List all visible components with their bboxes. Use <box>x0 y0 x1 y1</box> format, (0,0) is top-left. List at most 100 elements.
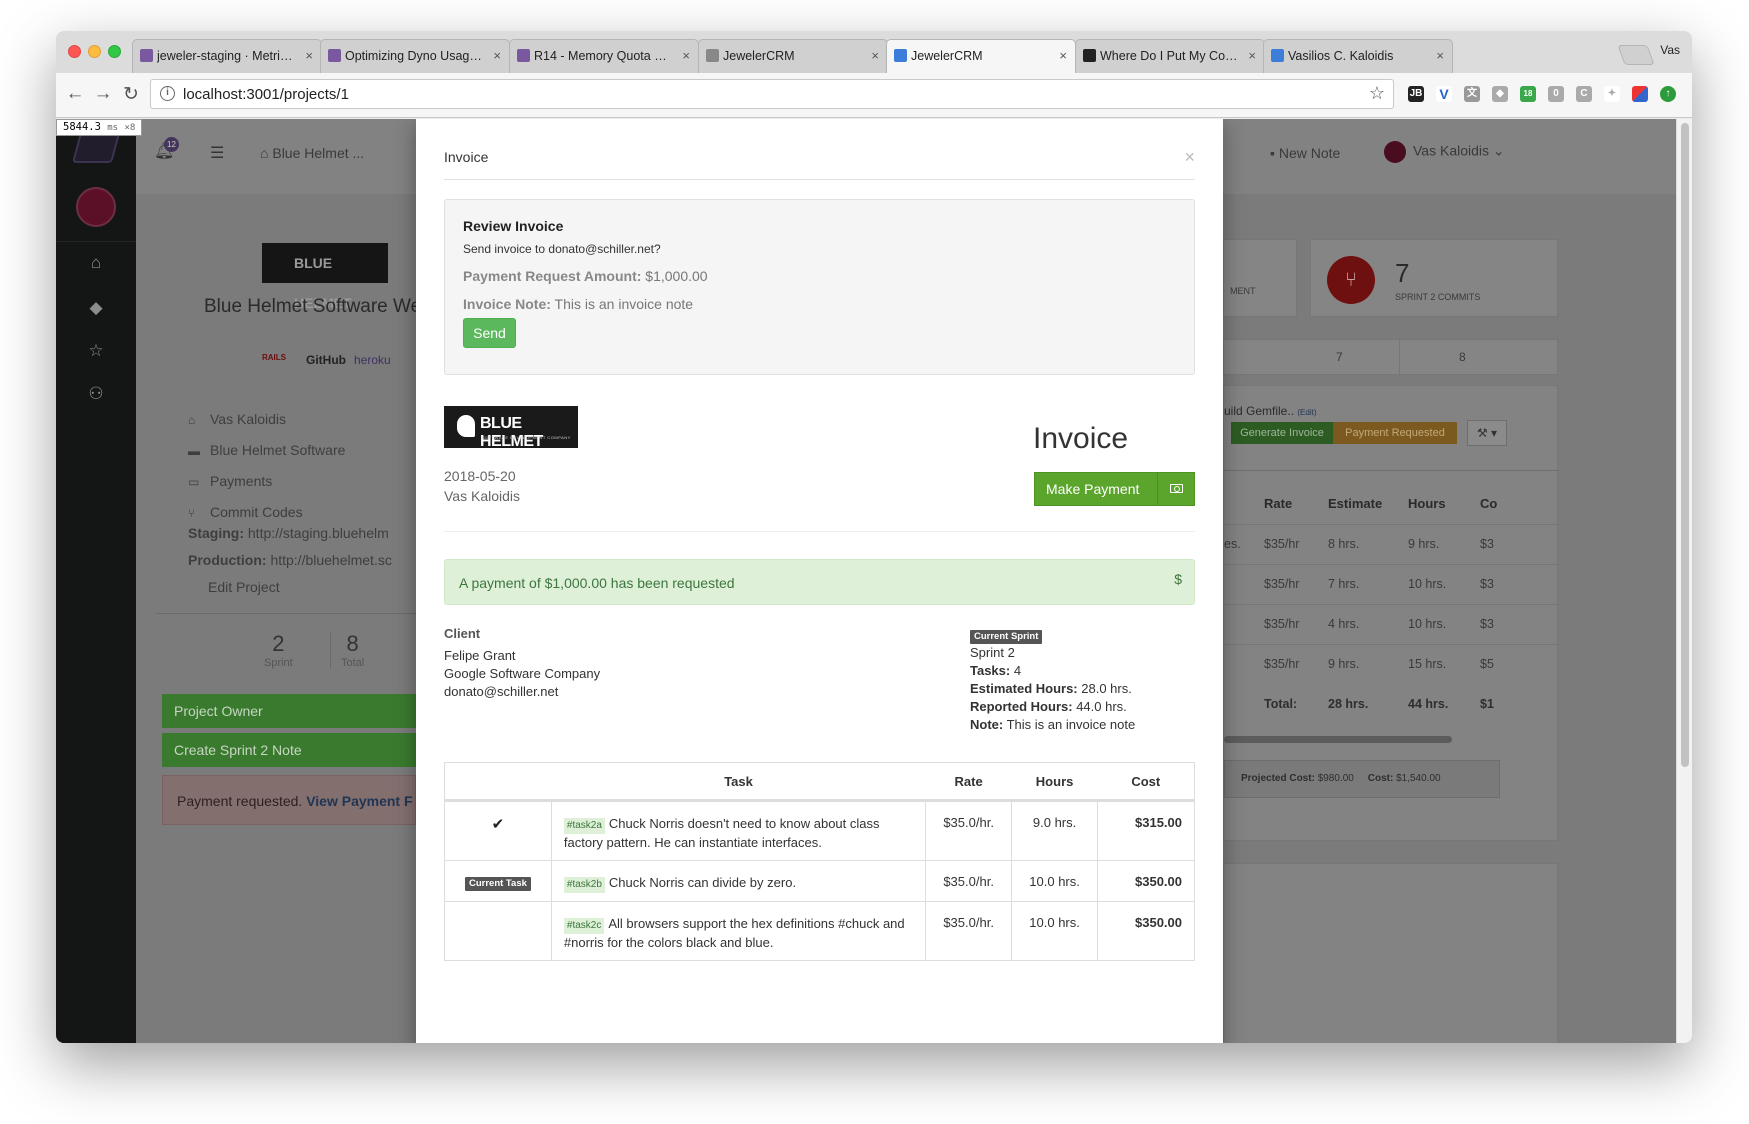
send-button[interactable]: Send <box>463 318 516 348</box>
perf-unit: ms <box>107 123 119 133</box>
close-tab-icon[interactable]: × <box>871 40 879 72</box>
client-name: Felipe Grant <box>444 648 516 663</box>
amount-row: Payment Request Amount: $1,000.00 <box>463 268 1194 284</box>
tab-title: R14 - Memory Quota Exceed <box>534 49 696 63</box>
view-payment-link[interactable]: View Payment F <box>306 793 412 809</box>
total-cell: $1 <box>1480 697 1494 711</box>
forward-button[interactable]: → <box>92 83 114 105</box>
project-link-3[interactable]: ⑂ Commit Codes <box>188 497 345 528</box>
close-window-button[interactable] <box>68 45 81 58</box>
tasks-label: Tasks: <box>970 663 1011 678</box>
browser-tab-5[interactable]: Where Do I Put My Code In × <box>1075 39 1265 73</box>
lower-panel <box>1223 863 1558 1043</box>
menu-icon[interactable]: ☰ <box>210 143 224 163</box>
task-status-cell: Current Task <box>444 860 552 902</box>
sprint-tab-7[interactable]: 7 <box>1336 350 1343 364</box>
user-avatar[interactable] <box>76 187 116 227</box>
close-tab-icon[interactable]: × <box>1059 40 1067 72</box>
sprint-col-header: Rate <box>1264 496 1293 511</box>
stat-value: 8 <box>346 631 359 656</box>
home-icon[interactable]: ⌂ <box>56 253 136 273</box>
client-heading: Client <box>444 626 481 641</box>
extension-g-icon[interactable]: 0 <box>1548 86 1564 102</box>
new-note-button[interactable]: ▪ New Note <box>1270 145 1340 161</box>
extension-puzzle-icon[interactable]: ✦ <box>1604 86 1620 102</box>
table-cell: 8 hrs. <box>1328 537 1360 551</box>
close-tab-icon[interactable]: × <box>305 40 313 72</box>
browser-tab-2[interactable]: R14 - Memory Quota Exceed × <box>509 39 699 73</box>
user-menu[interactable]: Vas Kaloidis ⌄ <box>1384 141 1505 163</box>
back-button[interactable]: ← <box>64 83 86 105</box>
client-info: Client Felipe Grant Google Software Comp… <box>444 625 600 701</box>
task-tag[interactable]: #task2a <box>563 818 605 834</box>
page-scrollbar[interactable] <box>1676 119 1692 1043</box>
document-icon <box>706 49 719 62</box>
extension-arrow-icon[interactable]: ↑ <box>1660 86 1676 102</box>
hours-cell: 10.0 hrs. <box>1011 901 1098 961</box>
modal-close-button[interactable]: × <box>1184 147 1195 168</box>
project-link-2[interactable]: ▭ Payments <box>188 466 345 497</box>
horizontal-scrollbar[interactable] <box>1224 736 1452 743</box>
edit-project-link[interactable]: Edit Project <box>208 579 280 595</box>
create-sprint-note-button[interactable]: Create Sprint 2 Note <box>162 733 416 767</box>
breadcrumb[interactable]: ⌂ Blue Helmet ... <box>260 145 364 161</box>
extension-translate-icon[interactable]: 文 <box>1464 86 1480 102</box>
close-tab-icon[interactable]: × <box>682 40 690 72</box>
close-tab-icon[interactable]: × <box>493 40 501 72</box>
task-tag[interactable]: #task2b <box>563 877 605 893</box>
close-tab-icon[interactable]: × <box>1436 40 1444 72</box>
new-tab-button[interactable] <box>1617 45 1655 65</box>
table-cell: $3 <box>1480 577 1494 591</box>
star-icon[interactable]: ☆ <box>56 341 136 361</box>
production-url[interactable]: http://bluehelmet.sc <box>270 552 391 568</box>
table-cell: $35/hr <box>1264 617 1300 631</box>
user-name: Vas Kaloidis <box>1413 142 1490 159</box>
profile-button[interactable]: Vas <box>1660 43 1680 57</box>
make-payment-button[interactable]: Make Payment <box>1034 472 1195 506</box>
task-tag[interactable]: #task2c <box>563 918 605 934</box>
project-link-0[interactable]: ⌂ Vas Kaloidis <box>188 404 345 435</box>
invoice-note-value: This is an invoice note <box>554 296 694 312</box>
extension-vue-icon[interactable]: V <box>1436 86 1452 102</box>
extension-color-icon[interactable] <box>1632 86 1648 102</box>
zoom-window-button[interactable] <box>108 45 121 58</box>
browser-tab-1[interactable]: Optimizing Dyno Usage | He × <box>320 39 510 73</box>
modal-header: Invoice × <box>416 119 1223 179</box>
browser-tab-3[interactable]: JewelerCRM × <box>698 39 888 73</box>
browser-tab-4[interactable]: JewelerCRM × <box>886 39 1076 73</box>
cost-cell: $315.00 <box>1097 800 1195 861</box>
sprint-tab-8[interactable]: 8 <box>1459 350 1466 364</box>
scrollbar-thumb[interactable] <box>1681 123 1689 767</box>
browser-tab-0[interactable]: jeweler-staging · Metrics | H × <box>132 39 322 73</box>
staging-url[interactable]: http://staging.bluehelm <box>248 525 389 541</box>
info-icon[interactable]: i <box>160 86 175 101</box>
extension-jb-icon[interactable]: JB <box>1408 86 1424 102</box>
extension-calendar-icon[interactable]: 18 <box>1520 86 1536 102</box>
user-icon[interactable]: ⚇ <box>56 384 136 404</box>
invoice-date: 2018-05-20 <box>444 468 516 484</box>
project-link-1[interactable]: ▬ Blue Helmet Software <box>188 435 345 466</box>
rate-cell: $35.0/hr. <box>925 860 1012 902</box>
generate-invoice-button[interactable]: Generate Invoice <box>1231 422 1333 444</box>
payment-requested-button[interactable]: Payment Requested <box>1333 422 1457 444</box>
invoice-task-table: Task Rate Hours Cost ✔ #task2a Chuck Norri… <box>444 762 1195 961</box>
extension-c-icon[interactable]: C <box>1576 86 1592 102</box>
browser-tab-6[interactable]: Vasilios C. Kaloidis × <box>1263 39 1453 73</box>
project-owner-button[interactable]: Project Owner <box>162 694 416 728</box>
extension-cube-icon[interactable]: ◆ <box>1492 86 1508 102</box>
minimize-window-button[interactable] <box>88 45 101 58</box>
perf-ms: 5844.3 <box>63 121 101 133</box>
diamond-icon[interactable]: ◆ <box>56 298 136 318</box>
heroku-icon <box>328 49 341 62</box>
col-rate: Rate <box>925 762 1012 802</box>
task-title-text: uild Gemfile.. <box>1224 404 1295 418</box>
bookmark-star-icon[interactable]: ☆ <box>1369 83 1385 104</box>
address-bar[interactable]: i localhost:3001/projects/1 ☆ <box>150 79 1394 109</box>
app-logo-icon[interactable] <box>71 133 121 163</box>
task-edit-link[interactable]: (Edit) <box>1297 408 1316 417</box>
review-heading: Review Invoice <box>463 218 564 234</box>
close-tab-icon[interactable]: × <box>1248 40 1256 72</box>
wrench-dropdown[interactable]: ⚒ ▾ <box>1467 420 1507 446</box>
reload-button[interactable]: ↻ <box>120 83 142 106</box>
note-icon: ▪ <box>1270 145 1279 161</box>
